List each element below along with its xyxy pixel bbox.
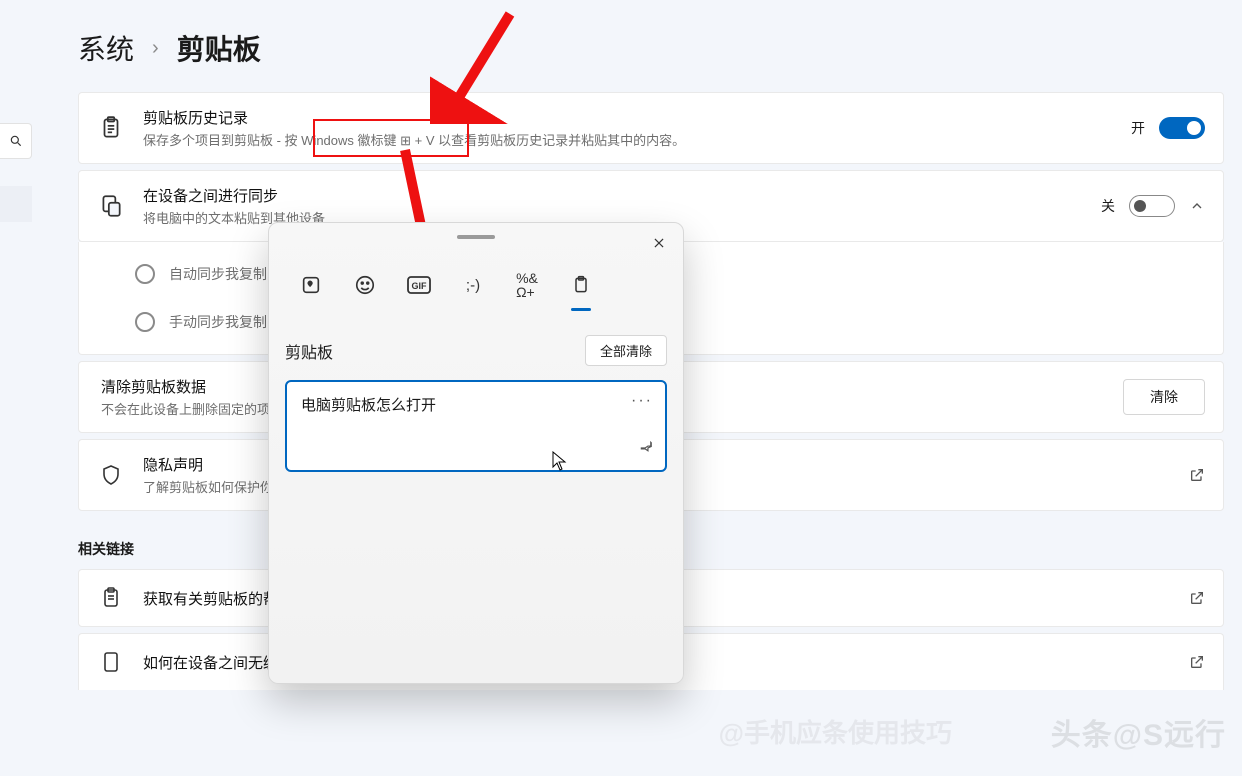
toggle-state-label: 开: [1131, 118, 1145, 138]
external-link-icon: [1189, 467, 1205, 483]
drag-handle[interactable]: [457, 235, 495, 239]
clear-all-button[interactable]: 全部清除: [585, 335, 667, 366]
history-toggle[interactable]: [1159, 117, 1205, 139]
clipboard-item[interactable]: 电脑剪贴板怎么打开 ···: [285, 380, 667, 472]
card-subtitle: 保存多个项目到剪贴板 - 按 Windows 徽标键 ⊞ + V 以查看剪贴板历…: [143, 130, 1131, 149]
close-icon: [652, 236, 666, 250]
annotation-highlight: [313, 119, 469, 157]
clear-button[interactable]: 清除: [1123, 379, 1205, 415]
gif-icon: GIF: [407, 276, 431, 294]
sync-devices-icon: [97, 192, 125, 220]
popup-title: 剪贴板: [285, 339, 333, 363]
search-button[interactable]: [0, 123, 32, 159]
tab-symbols[interactable]: %&Ω+: [515, 273, 539, 297]
tab-kaomoji[interactable]: ;-): [461, 273, 485, 297]
watermark: @手机应条使用技巧: [719, 713, 952, 750]
symbols-icon: %&Ω+: [516, 271, 538, 299]
shield-icon: [97, 461, 125, 489]
item-pin-button[interactable]: [639, 439, 655, 460]
clipboard-icon: [571, 274, 591, 296]
external-link-icon: [1189, 654, 1205, 670]
emoji-icon: [354, 274, 376, 296]
external-link-icon: [1189, 590, 1205, 606]
kaomoji-icon: ;-): [466, 277, 480, 294]
svg-text:GIF: GIF: [412, 281, 428, 291]
clipboard-popup: GIF ;-) %&Ω+ 剪贴板 全部清除 电脑剪贴板怎么打开 ···: [268, 222, 684, 684]
tab-gif[interactable]: GIF: [407, 273, 431, 297]
radio-icon: [135, 264, 155, 284]
tab-emoji[interactable]: [353, 273, 377, 297]
radio-icon: [135, 312, 155, 332]
document-icon: [97, 648, 125, 676]
card-title: 在设备之间进行同步: [143, 185, 1101, 206]
watermark: 头条@S远行: [1051, 710, 1226, 754]
item-more-button[interactable]: ···: [631, 392, 653, 410]
sync-toggle[interactable]: [1129, 195, 1175, 217]
breadcrumb-parent[interactable]: 系统: [78, 28, 134, 68]
tab-recent[interactable]: [299, 273, 323, 297]
search-icon: [9, 134, 23, 148]
tab-clipboard[interactable]: [569, 273, 593, 297]
breadcrumb: 系统 › 剪贴板: [78, 28, 1224, 68]
card-title: 剪贴板历史记录: [143, 107, 1131, 128]
toggle-state-label: 关: [1101, 196, 1115, 216]
card-clipboard-history[interactable]: 剪贴板历史记录 保存多个项目到剪贴板 - 按 Windows 徽标键 ⊞ + V…: [78, 92, 1224, 164]
chevron-up-icon: [1189, 198, 1205, 214]
clipboard-item-text: 电脑剪贴板怎么打开: [301, 394, 651, 415]
popup-tabs: GIF ;-) %&Ω+: [269, 273, 683, 297]
clipboard-icon: [97, 584, 125, 612]
sidebar-selection-indicator: [0, 186, 32, 222]
breadcrumb-separator: ›: [152, 37, 159, 60]
pin-icon: [639, 439, 655, 455]
sticker-heart-icon: [300, 274, 322, 296]
clipboard-icon: [97, 114, 125, 142]
close-button[interactable]: [645, 229, 673, 257]
breadcrumb-current: 剪贴板: [177, 28, 261, 68]
